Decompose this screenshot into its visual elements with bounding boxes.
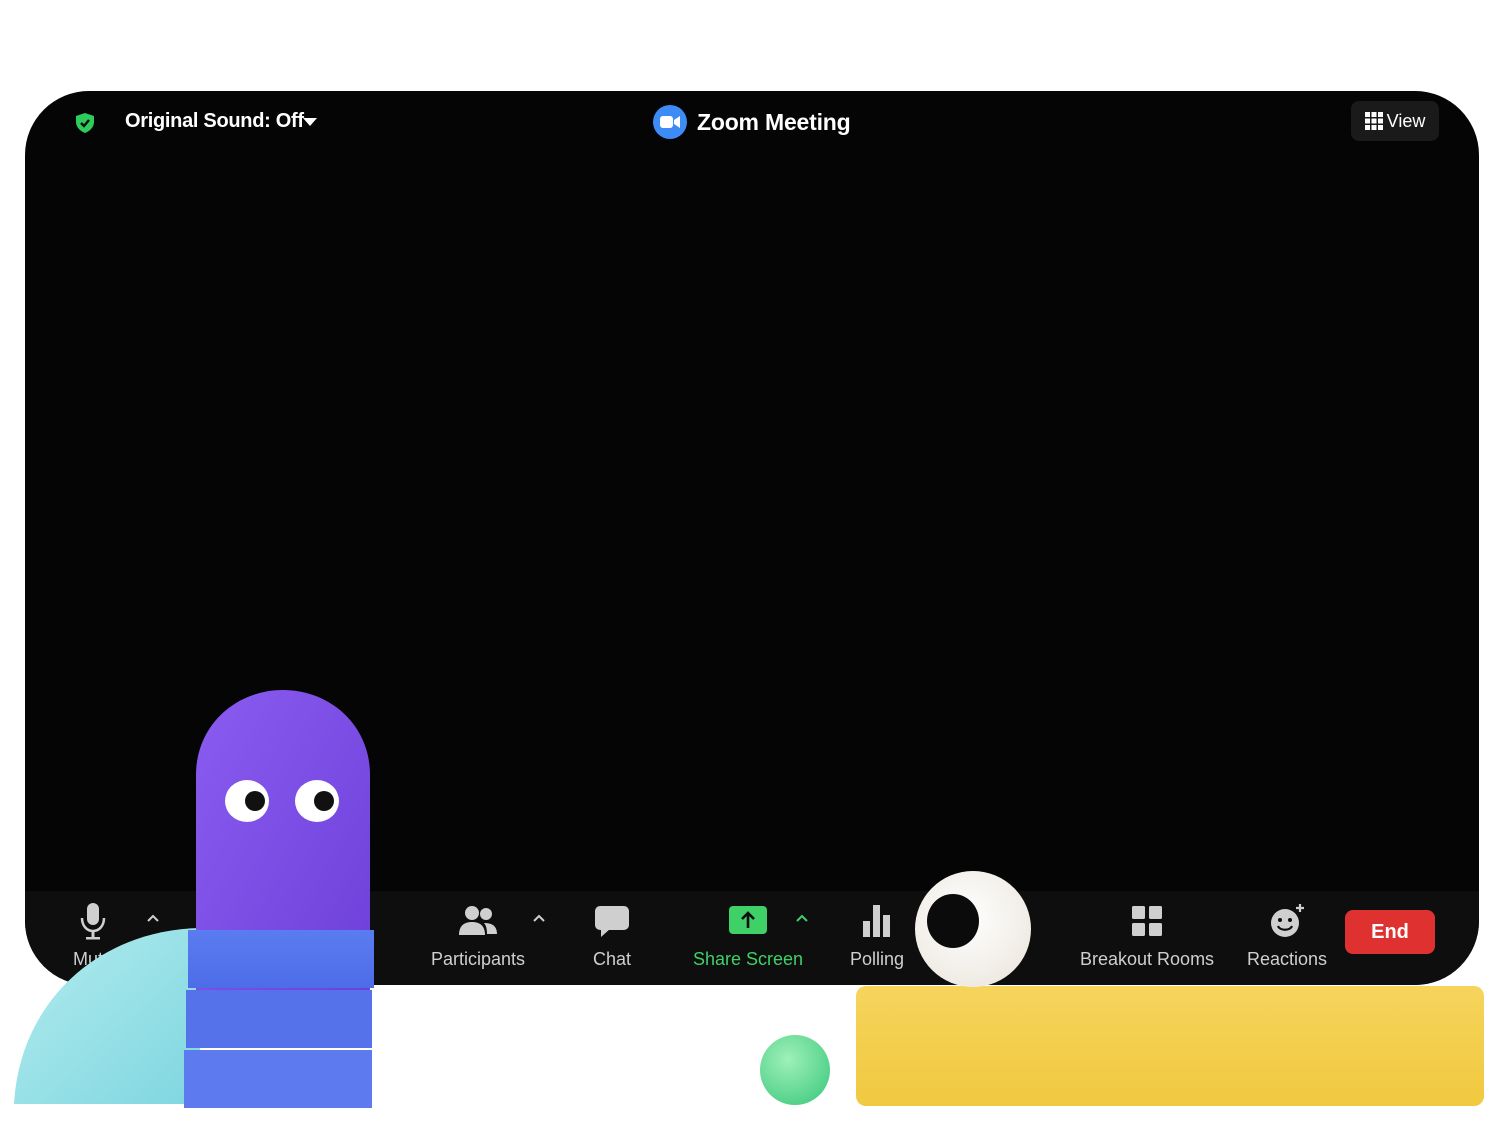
blue-step-bottom [184,1050,372,1108]
yellow-platform [856,986,1484,1106]
ghost-pupil-right [314,791,334,811]
blue-step-top [188,930,374,988]
blue-step-middle [186,990,372,1048]
eyeball-pupil [927,894,979,948]
green-ball [760,1035,830,1105]
teal-dome [14,928,200,1104]
decorative-shapes [14,690,1484,1108]
ghost-pupil-left [245,791,265,811]
